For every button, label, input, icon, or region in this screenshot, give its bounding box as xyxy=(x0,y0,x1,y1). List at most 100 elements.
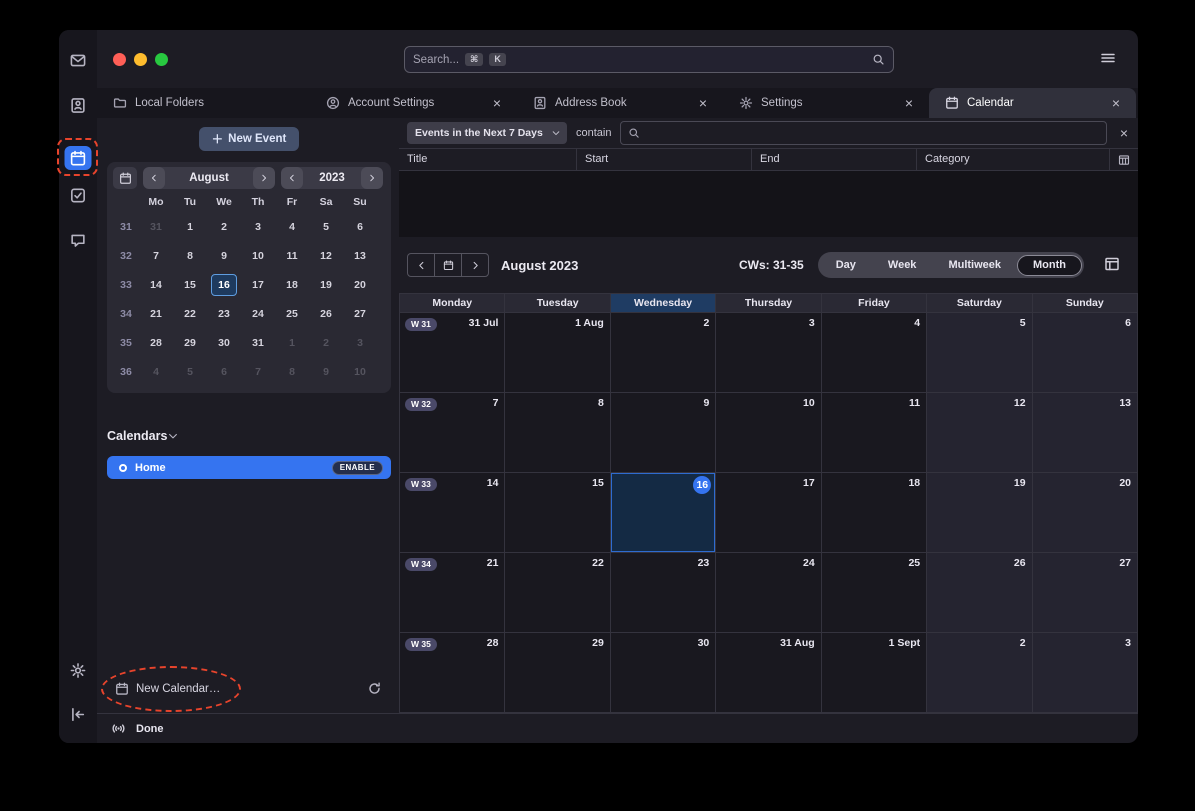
previous-month-button[interactable] xyxy=(143,167,165,189)
mini-cal-day[interactable]: 20 xyxy=(343,270,377,299)
mini-cal-day[interactable]: 2 xyxy=(309,328,343,357)
mini-cal-day[interactable]: 13 xyxy=(343,241,377,270)
tab-account-settings[interactable]: Account Settings × xyxy=(310,88,517,118)
view-mode-multiweek[interactable]: Multiweek xyxy=(932,255,1017,276)
month-view-day-cell[interactable]: 11 xyxy=(822,393,927,473)
mini-cal-day[interactable]: 11 xyxy=(275,241,309,270)
month-view-day-cell[interactable]: W 3314 xyxy=(400,473,505,553)
month-view-day-cell[interactable]: W 3421 xyxy=(400,553,505,633)
mini-cal-day[interactable]: 3 xyxy=(343,328,377,357)
mini-cal-day[interactable]: 12 xyxy=(309,241,343,270)
month-view-day-cell[interactable]: W 327 xyxy=(400,393,505,473)
column-header-end[interactable]: End xyxy=(752,149,917,170)
column-header-title[interactable]: Title xyxy=(399,149,577,170)
month-view-day-cell[interactable]: 15 xyxy=(505,473,610,553)
mini-cal-day[interactable]: 28 xyxy=(139,328,173,357)
month-view-day-cell[interactable]: 20 xyxy=(1033,473,1138,553)
mini-cal-day[interactable]: 30 xyxy=(207,328,241,357)
mini-cal-day[interactable]: 1 xyxy=(275,328,309,357)
space-calendar-button[interactable] xyxy=(65,146,92,170)
collapse-spaces-button[interactable] xyxy=(65,702,92,726)
month-view-day-cell[interactable]: 13 xyxy=(1033,393,1138,473)
mini-cal-day[interactable]: 26 xyxy=(309,299,343,328)
column-header-category[interactable]: Category xyxy=(917,149,1110,170)
mini-cal-day[interactable]: 18 xyxy=(275,270,309,299)
tab-close-button[interactable]: × xyxy=(905,96,913,110)
tab-close-button[interactable]: × xyxy=(699,96,707,110)
month-view-day-cell[interactable]: 30 xyxy=(611,633,716,713)
space-mail-button[interactable] xyxy=(65,48,92,72)
clear-filter-button[interactable]: × xyxy=(1116,125,1132,141)
tab-local-folders[interactable]: Local Folders xyxy=(97,88,310,118)
mini-cal-day[interactable]: 29 xyxy=(173,328,207,357)
mini-cal-today-button[interactable] xyxy=(113,167,137,189)
mini-cal-day[interactable]: 21 xyxy=(139,299,173,328)
zoom-window-button[interactable] xyxy=(155,53,168,66)
global-search-bar[interactable]: Search... ⌘ K xyxy=(404,46,894,73)
enable-badge[interactable]: ENABLE xyxy=(332,461,383,475)
month-view-day-cell[interactable]: 2 xyxy=(927,633,1032,713)
month-view-day-cell[interactable]: 16 xyxy=(611,473,716,553)
month-view-day-cell[interactable]: 19 xyxy=(927,473,1032,553)
tab-settings[interactable]: Settings × xyxy=(723,88,929,118)
month-view-day-cell[interactable]: 9 xyxy=(611,393,716,473)
tab-close-button[interactable]: × xyxy=(493,96,501,110)
month-view-day-cell[interactable]: W 3131 Jul xyxy=(400,313,505,393)
new-event-button[interactable]: ＋ New Event xyxy=(199,127,299,151)
tab-calendar[interactable]: Calendar × xyxy=(929,88,1136,118)
next-year-button[interactable] xyxy=(361,167,383,189)
month-view-day-cell[interactable]: 17 xyxy=(716,473,821,553)
sync-calendars-button[interactable] xyxy=(367,681,385,699)
view-mode-week[interactable]: Week xyxy=(872,255,933,276)
month-view-day-cell[interactable]: 22 xyxy=(505,553,610,633)
mini-cal-day[interactable]: 7 xyxy=(139,241,173,270)
mini-cal-day[interactable]: 9 xyxy=(207,241,241,270)
month-view-day-cell[interactable]: 10 xyxy=(716,393,821,473)
chevron-down-icon[interactable] xyxy=(167,430,179,442)
view-mode-month[interactable]: Month xyxy=(1017,255,1082,276)
mini-cal-day[interactable]: 6 xyxy=(343,212,377,241)
month-view-day-cell[interactable]: W 3528 xyxy=(400,633,505,713)
view-mode-day[interactable]: Day xyxy=(820,255,872,276)
column-header-start[interactable]: Start xyxy=(577,149,752,170)
mini-cal-day[interactable]: 3 xyxy=(241,212,275,241)
calendar-layout-button[interactable] xyxy=(1104,256,1122,274)
month-view-day-cell[interactable]: 3 xyxy=(716,313,821,393)
event-filter-dropdown[interactable]: Events in the Next 7 Days xyxy=(407,122,567,144)
mini-cal-day[interactable]: 2 xyxy=(207,212,241,241)
mini-cal-day[interactable]: 4 xyxy=(139,357,173,386)
mini-cal-day[interactable]: 31 xyxy=(241,328,275,357)
mini-cal-day[interactable]: 9 xyxy=(309,357,343,386)
spaces-settings-button[interactable] xyxy=(65,658,92,682)
events-table-body[interactable] xyxy=(399,171,1138,237)
month-view-day-cell[interactable]: 31 Aug xyxy=(716,633,821,713)
mini-cal-day[interactable]: 8 xyxy=(275,357,309,386)
month-view-day-cell[interactable]: 3 xyxy=(1033,633,1138,713)
mini-cal-day[interactable]: 5 xyxy=(309,212,343,241)
mini-cal-day[interactable]: 15 xyxy=(173,270,207,299)
next-period-button[interactable] xyxy=(461,253,489,277)
mini-cal-day[interactable]: 23 xyxy=(207,299,241,328)
mini-cal-day[interactable]: 25 xyxy=(275,299,309,328)
month-view-day-cell[interactable]: 26 xyxy=(927,553,1032,633)
space-tasks-button[interactable] xyxy=(65,183,92,207)
space-chat-button[interactable] xyxy=(65,228,92,252)
month-view-day-cell[interactable]: 12 xyxy=(927,393,1032,473)
month-view-day-cell[interactable]: 5 xyxy=(927,313,1032,393)
new-calendar-button[interactable]: New Calendar… xyxy=(115,682,220,696)
mini-cal-day[interactable]: 14 xyxy=(139,270,173,299)
month-view-day-cell[interactable]: 4 xyxy=(822,313,927,393)
close-window-button[interactable] xyxy=(113,53,126,66)
month-view-day-cell[interactable]: 29 xyxy=(505,633,610,713)
go-to-today-button[interactable] xyxy=(434,253,462,277)
mini-cal-day[interactable]: 4 xyxy=(275,212,309,241)
mini-cal-day[interactable]: 1 xyxy=(173,212,207,241)
month-view-day-cell[interactable]: 1 Aug xyxy=(505,313,610,393)
month-view-day-cell[interactable]: 18 xyxy=(822,473,927,553)
tab-close-button[interactable]: × xyxy=(1112,96,1120,110)
mini-cal-day[interactable]: 31 xyxy=(139,212,173,241)
previous-year-button[interactable] xyxy=(281,167,303,189)
month-view-day-cell[interactable]: 1 Sept xyxy=(822,633,927,713)
calendar-list-item-home[interactable]: Home ENABLE xyxy=(107,456,391,479)
month-view-day-cell[interactable]: 27 xyxy=(1033,553,1138,633)
